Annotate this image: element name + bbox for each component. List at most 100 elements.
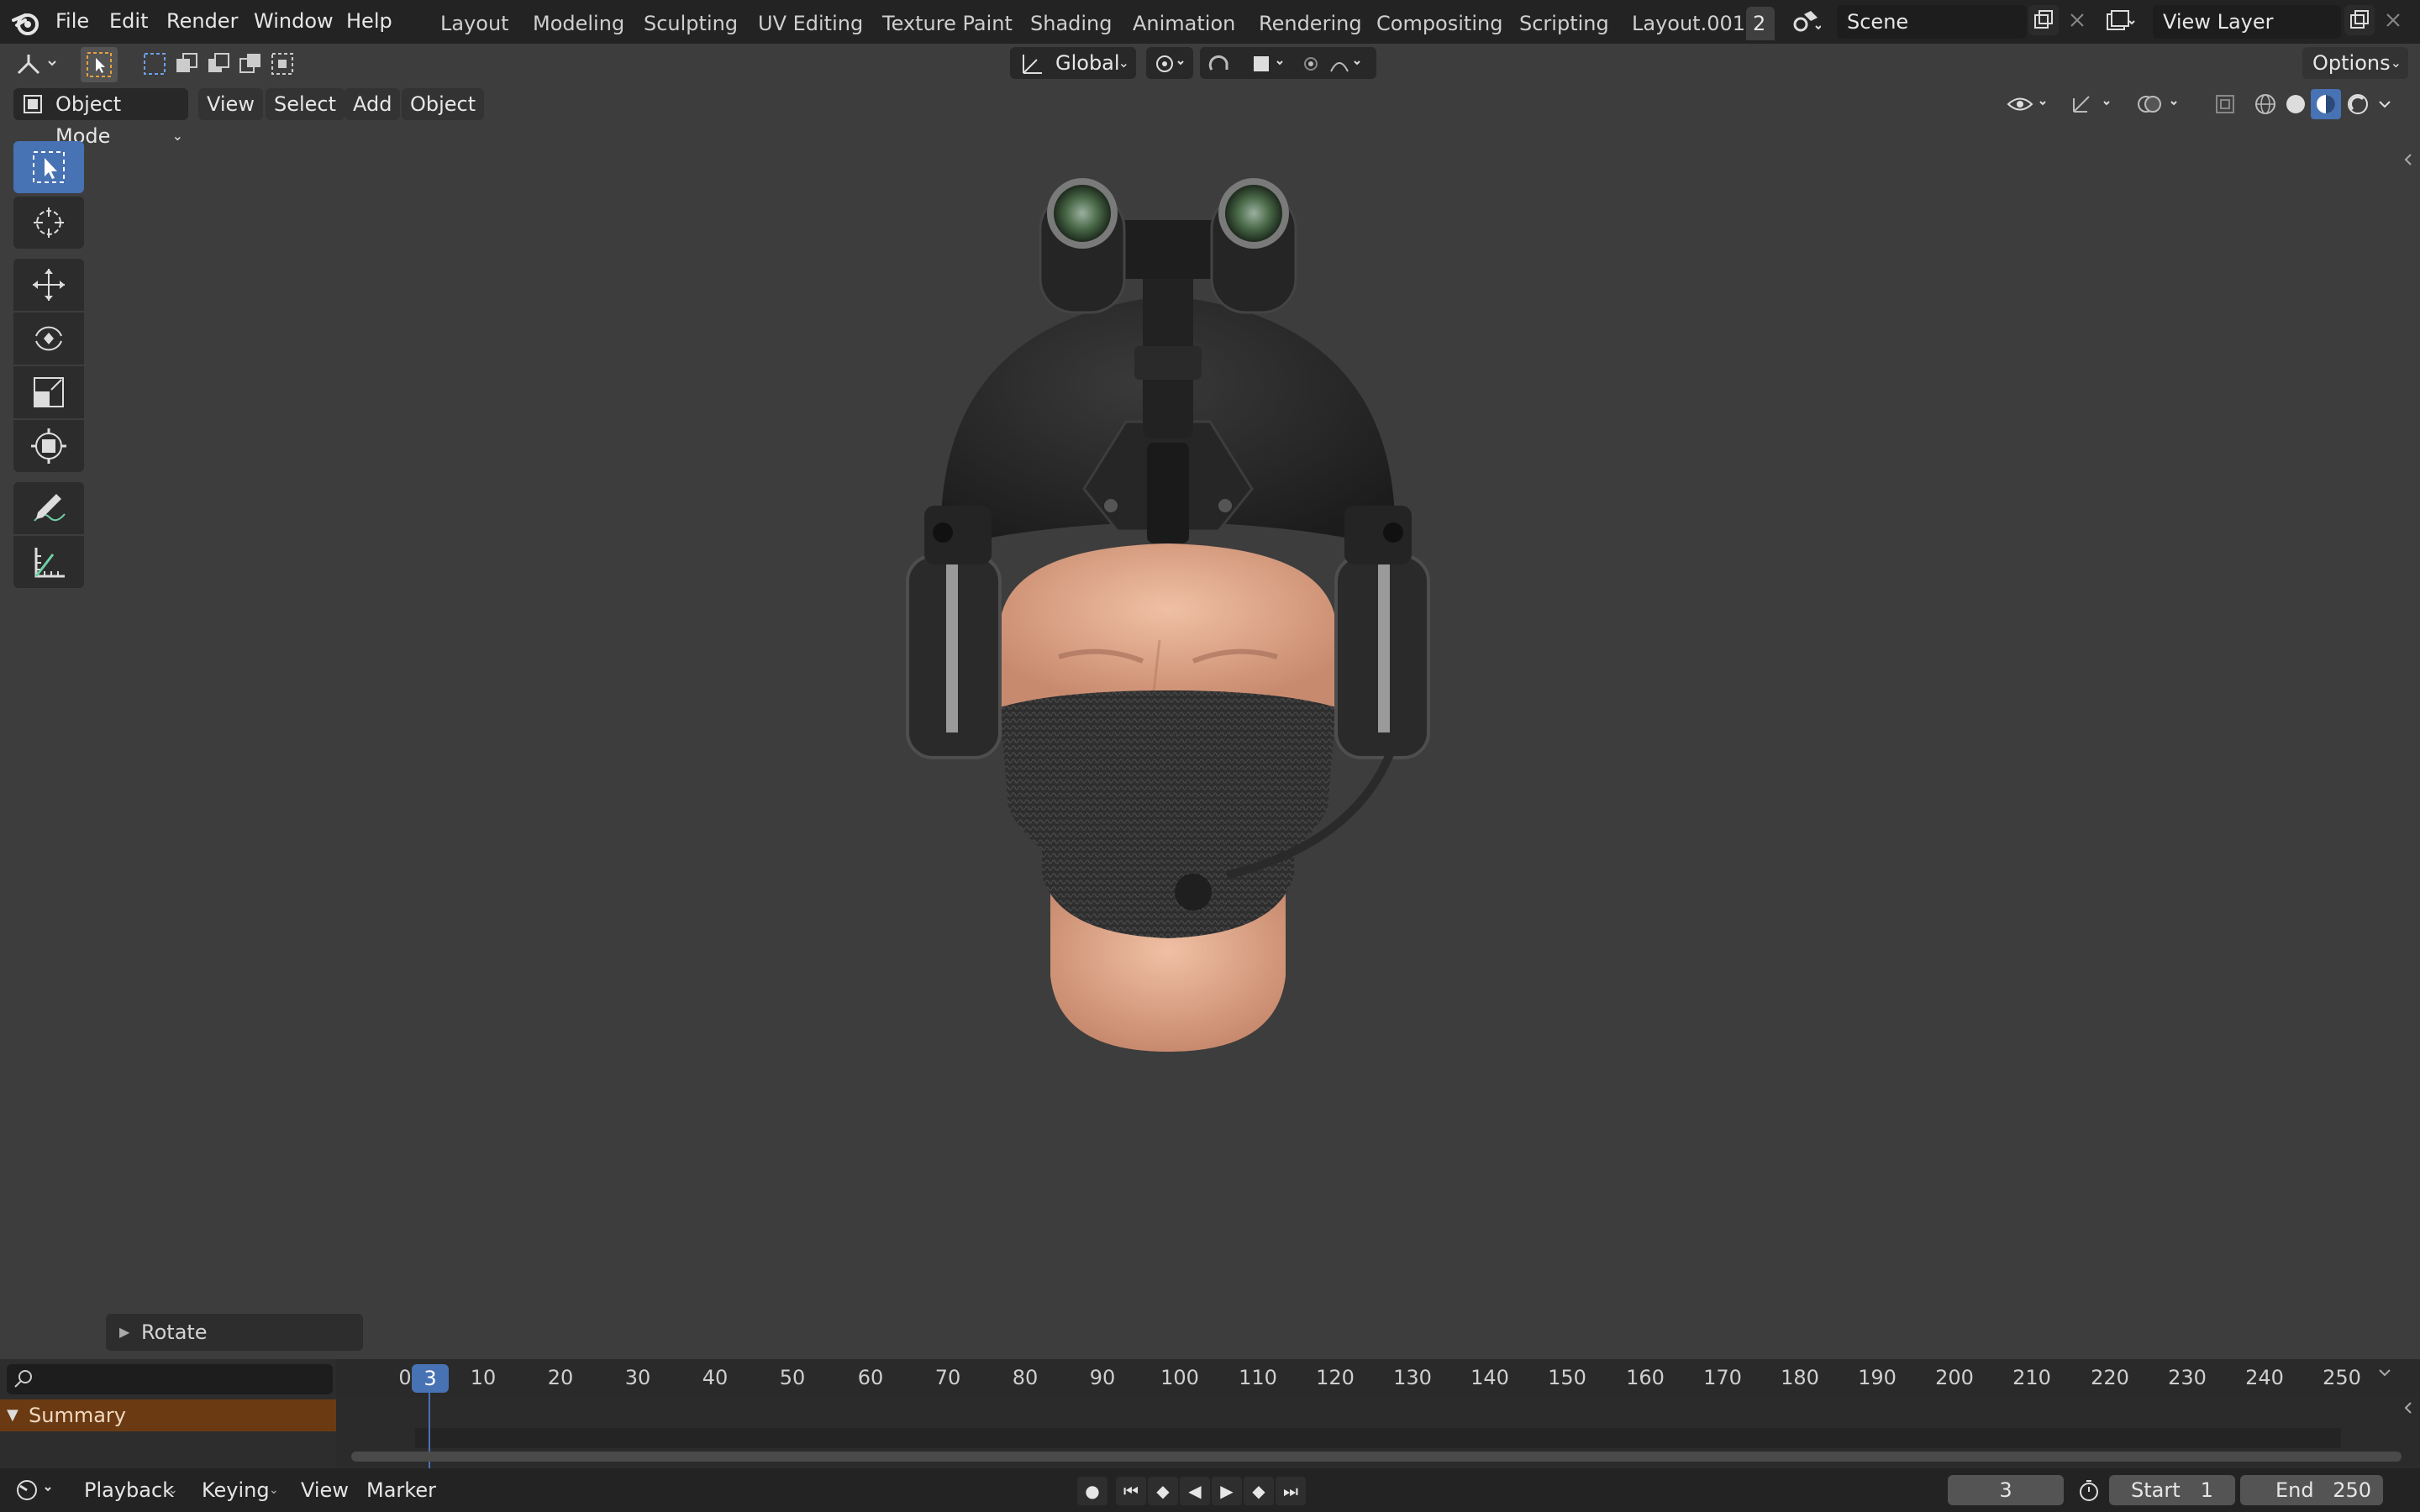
overlays-icon[interactable]: [2134, 89, 2185, 119]
timeline-editor: ▼ Summary 0 10 20 30 40 50 60 70 80 90 1…: [0, 1359, 2420, 1468]
select-subtract-icon[interactable]: [203, 49, 234, 79]
ruler-tick: 210: [2012, 1366, 2051, 1389]
stopwatch-icon[interactable]: [2074, 1475, 2104, 1505]
menu-view[interactable]: View: [301, 1475, 349, 1505]
last-operator-panel[interactable]: ▶ Rotate: [106, 1314, 363, 1351]
tab-layout[interactable]: Layout: [430, 7, 519, 40]
menu-marker[interactable]: Marker: [366, 1475, 436, 1505]
visibility-icon[interactable]: [2003, 89, 2054, 119]
tab-rendering[interactable]: Rendering: [1249, 7, 1372, 40]
timeline-sidebar-toggle-icon[interactable]: [2400, 1393, 2417, 1423]
menu-object[interactable]: Object: [402, 88, 485, 120]
transform-orientation-dropdown[interactable]: Global ⌄: [1010, 47, 1136, 79]
new-view-layer-icon[interactable]: [2344, 5, 2375, 35]
menu-select[interactable]: Select: [266, 88, 345, 120]
select-extend-icon[interactable]: [171, 49, 202, 79]
chevron-down-icon: ⌄: [1118, 55, 1129, 71]
tab-sculpting[interactable]: Sculpting: [634, 7, 748, 40]
next-keyframe-button[interactable]: ◆: [1244, 1477, 1274, 1505]
tab-animation[interactable]: Animation: [1123, 7, 1245, 40]
tool-scale[interactable]: [13, 366, 84, 418]
workspace-overflow[interactable]: 2: [1746, 7, 1775, 40]
delete-view-layer-icon[interactable]: [2378, 5, 2408, 35]
select-intersect-icon[interactable]: [267, 49, 297, 79]
timeline-scrollbar[interactable]: [351, 1452, 2402, 1462]
tab-uv-editing[interactable]: UV Editing: [748, 7, 873, 40]
chevron-down-icon: ⌄: [168, 1483, 178, 1497]
summary-label: Summary: [29, 1404, 126, 1427]
select-tool-mode-icon[interactable]: [81, 47, 118, 82]
summary-channel[interactable]: ▼ Summary: [0, 1399, 336, 1431]
frame-ruler[interactable]: 0 10 20 30 40 50 60 70 80 90 100 110 120…: [336, 1359, 2420, 1398]
menu-render[interactable]: Render: [166, 7, 238, 35]
select-invert-icon[interactable]: [235, 49, 266, 79]
editor-type-icon[interactable]: [12, 49, 62, 79]
tab-layout-001[interactable]: Layout.001: [1622, 7, 1755, 40]
menu-add[interactable]: Add: [345, 88, 401, 120]
new-scene-icon[interactable]: [2028, 5, 2059, 35]
sidebar-toggle-icon[interactable]: [2400, 144, 2417, 175]
gizmo-icon[interactable]: [2067, 89, 2118, 119]
prev-keyframe-icon: ◆: [1156, 1481, 1170, 1501]
current-frame-field[interactable]: 3: [1948, 1475, 2064, 1505]
options-dropdown[interactable]: Options ⌄: [2302, 47, 2408, 79]
editor-type-clock-icon[interactable]: [13, 1475, 64, 1505]
shading-wireframe-icon[interactable]: [2250, 89, 2281, 119]
tool-annotate[interactable]: [13, 482, 84, 534]
jump-start-button[interactable]: ⏮: [1116, 1477, 1146, 1505]
view-layer-field[interactable]: View Layer: [2153, 5, 2341, 39]
tab-shading[interactable]: Shading: [1020, 7, 1123, 40]
prev-keyframe-button[interactable]: ◆: [1148, 1477, 1178, 1505]
shading-solid-icon[interactable]: [2281, 89, 2311, 119]
options-label: Options: [2312, 51, 2391, 75]
menu-help[interactable]: Help: [346, 7, 392, 35]
shading-rendered-icon[interactable]: [2343, 89, 2373, 119]
proportional-editing-icon: [1304, 57, 1360, 72]
tab-modeling[interactable]: Modeling: [523, 7, 634, 40]
select-new-icon[interactable]: [139, 49, 170, 79]
tab-scripting[interactable]: Scripting: [1509, 7, 1619, 40]
playhead-frame-badge[interactable]: 3: [412, 1364, 449, 1393]
tab-texture-paint[interactable]: Texture Paint: [872, 7, 1023, 40]
tool-cursor[interactable]: [13, 197, 84, 249]
menu-edit[interactable]: Edit: [109, 7, 148, 35]
xray-icon[interactable]: [2210, 89, 2240, 119]
scene-name-field[interactable]: Scene: [1837, 5, 2027, 39]
ruler-tick: 200: [1935, 1366, 1974, 1389]
menu-keying[interactable]: Keying: [202, 1475, 270, 1505]
snapping-group[interactable]: [1200, 47, 1302, 79]
start-frame-field[interactable]: Start 1: [2109, 1475, 2235, 1505]
tool-measure[interactable]: [13, 536, 84, 588]
shading-options-chevron-icon[interactable]: [2375, 89, 2395, 119]
cursor-icon: [34, 207, 64, 238]
scene-icon[interactable]: [1791, 7, 1822, 37]
blender-logo-icon[interactable]: [12, 8, 40, 37]
delete-scene-icon[interactable]: [2062, 5, 2092, 35]
play-button[interactable]: ▶: [1212, 1477, 1242, 1505]
pivot-point-dropdown[interactable]: [1146, 47, 1193, 79]
tool-rotate[interactable]: [13, 312, 84, 365]
view-layer-icon[interactable]: [2106, 7, 2136, 37]
end-frame-field[interactable]: End 250: [2240, 1475, 2383, 1505]
menu-file[interactable]: File: [55, 7, 89, 35]
tab-compositing[interactable]: Compositing: [1366, 7, 1512, 40]
ruler-tick: 250: [2323, 1366, 2361, 1389]
tool-transform[interactable]: [13, 420, 84, 472]
menu-window[interactable]: Window: [254, 7, 334, 35]
shading-material-icon[interactable]: [2311, 89, 2341, 119]
play-reverse-button[interactable]: ◀: [1180, 1477, 1210, 1505]
helmet-head-model[interactable]: [891, 153, 1445, 1060]
orientation-axes-icon: [1023, 55, 1042, 74]
proportional-editing-group[interactable]: [1296, 47, 1376, 79]
mode-dropdown[interactable]: Object Mode ⌄: [13, 88, 188, 148]
3d-viewport[interactable]: Global ⌄ Options ⌄ Object Mode ⌄ View Se…: [0, 44, 2420, 1359]
chevron-down-icon: ⌄: [171, 128, 183, 144]
menu-view[interactable]: View: [198, 88, 263, 120]
record-button[interactable]: ●: [1077, 1477, 1107, 1505]
menu-playback[interactable]: Playback: [84, 1475, 174, 1505]
collapse-chevron-icon[interactable]: [2373, 1361, 2396, 1384]
tool-select-box[interactable]: [13, 141, 84, 193]
channel-search-input[interactable]: [7, 1364, 333, 1394]
jump-end-button[interactable]: ⏭: [1276, 1477, 1306, 1505]
tool-move[interactable]: [13, 259, 84, 311]
